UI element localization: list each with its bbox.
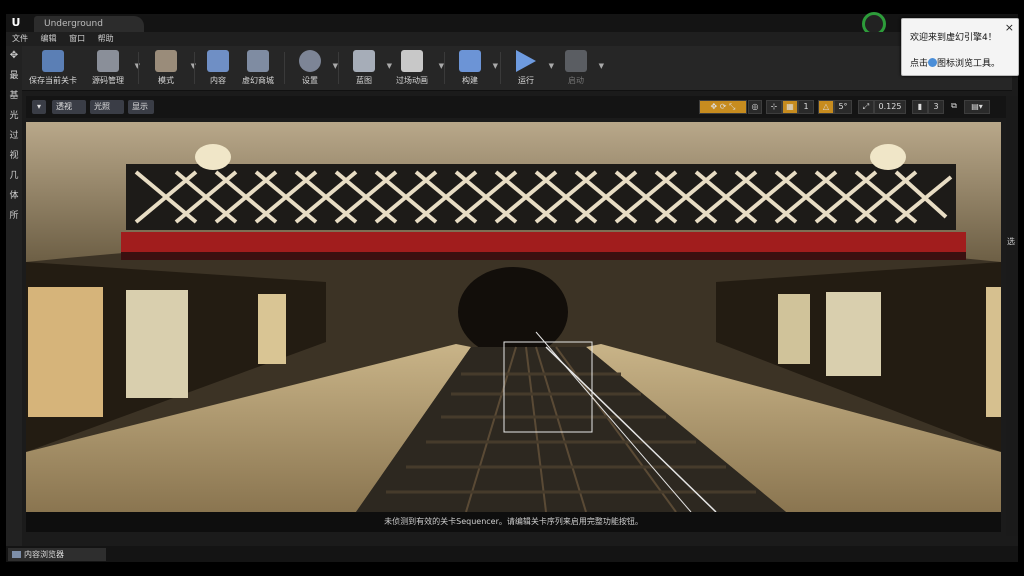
level-viewport[interactable] <box>26 122 1001 512</box>
save-current-level-label: 保存当前关卡 <box>29 76 77 85</box>
settings-icon <box>299 50 321 72</box>
build-button[interactable]: 构建 ▼ <box>450 46 498 90</box>
blueprints-icon <box>353 50 375 72</box>
left-tab-0[interactable]: 最 <box>6 66 22 86</box>
lit-label: 光照 <box>94 102 110 111</box>
right-strip-label[interactable]: 选 <box>1007 236 1015 247</box>
left-tab-2[interactable]: 光 <box>6 106 22 126</box>
left-tab-3[interactable]: 过 <box>6 126 22 146</box>
toolbar-divider <box>500 52 501 84</box>
toolbar-divider <box>138 52 139 84</box>
toolbar-divider <box>194 52 195 84</box>
popup-line-2-prefix: 点击 <box>910 59 929 69</box>
marketplace-label: 虚幻商城 <box>242 76 274 85</box>
welcome-popup: × 欢迎来到虚幻引擎4！ 点击 图标浏览工具。 <box>901 18 1019 76</box>
menu-window[interactable]: 窗口 <box>69 32 85 46</box>
level-tab[interactable]: Underground <box>34 16 144 32</box>
blueprints-button[interactable]: 蓝图 ▼ <box>344 46 392 90</box>
perspective-button[interactable]: 透视 <box>52 100 86 114</box>
scale-snap-icon[interactable]: ⤢ <box>858 100 874 114</box>
main-toolbar: 保存当前关卡 源码管理 ▼ 模式 ▼ 内容 虚幻商城 设置 ▼ <box>22 46 1012 91</box>
rotation-snap-icon[interactable]: △ <box>818 100 834 114</box>
content-icon <box>207 50 229 72</box>
world-local-icon[interactable]: ◎ <box>748 100 762 114</box>
source-control-icon <box>97 50 119 72</box>
title-bar: U Underground — <box>6 12 1018 36</box>
play-dropdown-icon[interactable]: ▼ <box>549 62 554 70</box>
save-icon <box>42 50 64 72</box>
source-control-label: 源码管理 <box>92 76 124 85</box>
marketplace-icon <box>247 50 269 72</box>
menu-file[interactable]: 文件 <box>12 32 28 46</box>
surface-snap-icon[interactable]: ⊹ <box>766 100 782 114</box>
menu-bar: 文件 编辑 窗口 帮助 <box>6 32 1018 46</box>
cinematics-label: 过场动画 <box>396 76 428 85</box>
build-dropdown-icon[interactable]: ▼ <box>493 62 498 70</box>
perspective-label: 透视 <box>56 102 72 111</box>
popup-line-2-suffix: 图标浏览工具。 <box>937 59 1001 69</box>
viewport-toolbar: ▾ 透视 光照 显示 ✥ ⟳ ⤡ ◎ ⊹ ▦ 1 △ 5° ⤢ 0.125 ▮ … <box>26 96 1006 118</box>
grid-snap-value[interactable]: 1 <box>798 100 814 114</box>
camera-speed-value[interactable]: 3 <box>928 100 944 114</box>
popup-line-2: 点击 图标浏览工具。 <box>910 56 1000 69</box>
show-label: 显示 <box>132 102 148 111</box>
scene-render <box>26 122 1001 512</box>
launch-dropdown-icon[interactable]: ▼ <box>599 62 604 70</box>
launch-button[interactable]: 启动 ▼ <box>556 46 604 90</box>
popup-line-1: 欢迎来到虚幻引擎4！ <box>910 33 997 43</box>
play-icon <box>516 50 536 72</box>
toolbar-divider <box>284 52 285 84</box>
cinematics-button[interactable]: 过场动画 ▼ <box>388 46 444 90</box>
settings-button[interactable]: 设置 ▼ <box>290 46 338 90</box>
launch-icon <box>565 50 587 72</box>
left-tab-4[interactable]: 视 <box>6 146 22 166</box>
toolbar-divider <box>444 52 445 84</box>
save-current-level-button[interactable]: 保存当前关卡 <box>26 46 80 90</box>
show-button[interactable]: 显示 <box>128 100 154 114</box>
left-tab-6[interactable]: 体 <box>6 186 22 206</box>
modes-icon <box>155 50 177 72</box>
content-browser-icon <box>12 551 21 558</box>
unreal-logo-icon[interactable]: U <box>9 16 23 30</box>
settings-label: 设置 <box>302 76 318 85</box>
modes-button[interactable]: 模式 ▼ <box>144 46 196 90</box>
modes-label: 模式 <box>158 76 174 85</box>
menu-help[interactable]: 帮助 <box>98 32 114 46</box>
rotation-snap-value[interactable]: 5° <box>834 100 852 114</box>
launch-label: 启动 <box>568 76 584 85</box>
play-label: 运行 <box>518 76 534 85</box>
build-icon <box>459 50 481 72</box>
content-button[interactable]: 内容 <box>200 46 236 90</box>
viewport-options-button[interactable]: ▾ <box>32 100 46 114</box>
cinematics-icon <box>401 50 423 72</box>
left-tab-5[interactable]: 几 <box>6 166 22 186</box>
right-panel-strip: 选 <box>1006 96 1018 536</box>
build-label: 构建 <box>462 76 478 85</box>
bottom-tab-bar: 内容浏览器 <box>6 546 1018 562</box>
transform-tools-group[interactable]: ✥ ⟳ ⤡ <box>699 100 747 114</box>
sequencer-notice: 未侦测到有效的关卡Sequencer。请编辑关卡序列来启用完整功能按钮。 <box>26 512 1001 532</box>
left-tab-7[interactable]: 所 <box>6 206 22 226</box>
blueprints-label: 蓝图 <box>356 76 372 85</box>
marketplace-button[interactable]: 虚幻商城 <box>236 46 280 90</box>
camera-speed-icon[interactable]: ▮ <box>912 100 928 114</box>
left-tab-1[interactable]: 基 <box>6 86 22 106</box>
play-button[interactable]: 运行 ▼ <box>506 46 554 90</box>
left-mode-strip: ✥ 最 基 光 过 视 几 体 所 <box>6 46 22 546</box>
content-browser-label: 内容浏览器 <box>24 550 64 559</box>
menu-edit[interactable]: 编辑 <box>41 32 57 46</box>
toolbar-divider <box>338 52 339 84</box>
modes-place-icon[interactable]: ✥ <box>6 46 22 66</box>
editor-window: U Underground — 文件 编辑 窗口 帮助 ✥ 最 基 光 过 视 … <box>6 12 1018 562</box>
popup-close-button[interactable]: × <box>1005 21 1014 34</box>
content-label: 内容 <box>210 76 226 85</box>
scale-snap-value[interactable]: 0.125 <box>874 100 906 114</box>
source-control-button[interactable]: 源码管理 ▼ <box>84 46 140 90</box>
lit-button[interactable]: 光照 <box>90 100 124 114</box>
maximize-viewport-icon[interactable]: ⧉ <box>948 100 960 114</box>
grid-snap-icon[interactable]: ▦ <box>782 100 798 114</box>
content-browser-tab[interactable]: 内容浏览器 <box>8 548 106 561</box>
globe-icon <box>928 58 938 67</box>
layout-icon[interactable]: ▤▾ <box>964 100 990 114</box>
